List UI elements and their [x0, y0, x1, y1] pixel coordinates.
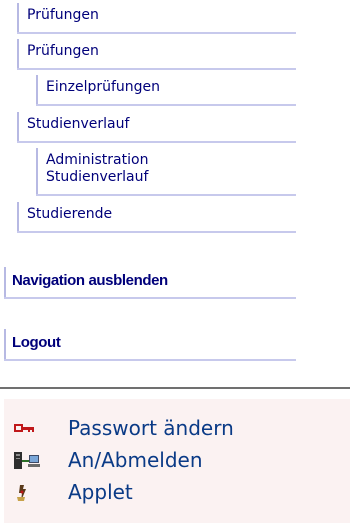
nav-item-label: Prüfungen [27, 43, 99, 59]
nav-item-underline [17, 141, 296, 143]
nav-item-studienverlauf[interactable]: Studienverlauf [17, 112, 296, 143]
key-icon [14, 424, 34, 432]
nav-item-label-line2: Studienverlauf [46, 169, 149, 185]
nav-item-pruefungen-2[interactable]: Prüfungen [17, 39, 296, 70]
nav-item-pruefungen[interactable]: Prüfungen [17, 3, 296, 34]
nav-item-underline [17, 231, 296, 233]
change-password-link[interactable]: Passwort ändern [4, 413, 350, 445]
nav-item-studierende[interactable]: Studierende [17, 202, 296, 233]
nav-item-label: Studienverlauf [27, 116, 130, 132]
applet-icon [17, 485, 26, 501]
nav-item-label: Studierende [27, 206, 113, 222]
server-computer-icon [14, 452, 40, 469]
logout-underline [4, 359, 296, 361]
nav-item-underline [36, 194, 296, 196]
nav-item-underline [17, 32, 296, 34]
logout-label: Logout [12, 334, 61, 351]
nav-item-label: Prüfungen [27, 7, 99, 23]
hide-navigation-underline [4, 297, 296, 299]
login-logout-label: An/Abmelden [68, 448, 203, 472]
hide-navigation-label: Navigation ausblenden [12, 272, 168, 289]
login-logout-link[interactable]: An/Abmelden [4, 445, 350, 477]
nav-item-label-line1: Administration [46, 152, 149, 168]
footer-links-panel: Passwort ändern An/Abmelden Applet [4, 399, 350, 523]
hide-navigation-link[interactable]: Navigation ausblenden [4, 267, 296, 299]
section-divider [0, 387, 350, 389]
applet-label: Applet [68, 480, 133, 504]
logout-link[interactable]: Logout [4, 329, 296, 361]
change-password-label: Passwort ändern [68, 416, 234, 440]
nav-item-administration-studienverlauf[interactable]: Administration Studienverlauf [36, 148, 296, 196]
nav-item-label: Einzelprüfungen [46, 79, 161, 95]
nav-item-underline [17, 68, 296, 70]
nav-item-underline [36, 104, 296, 106]
applet-link[interactable]: Applet [4, 477, 350, 509]
nav-item-einzelpruefungen[interactable]: Einzelprüfungen [36, 75, 296, 106]
